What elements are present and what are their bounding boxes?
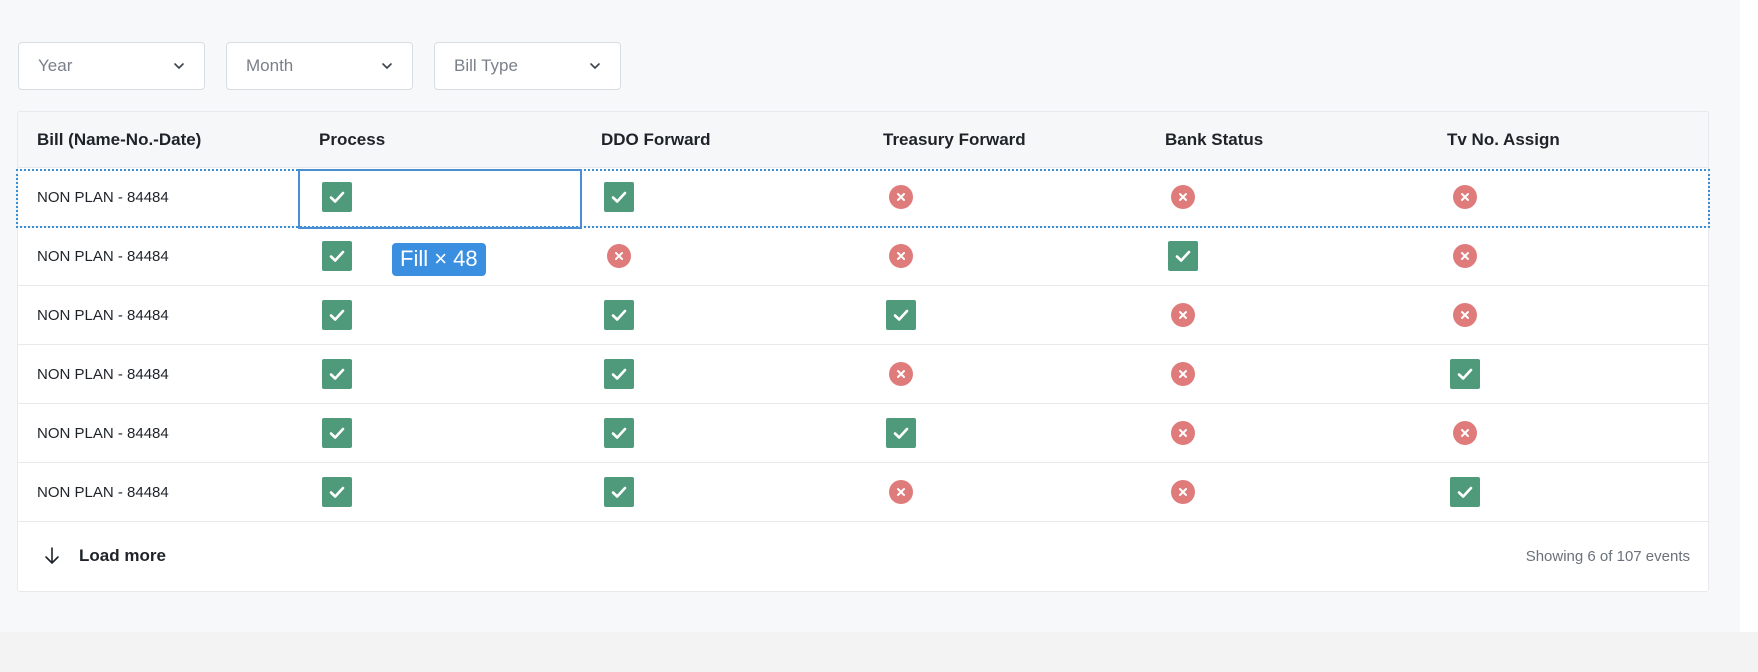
chevron-down-icon bbox=[590, 63, 600, 69]
check-icon[interactable] bbox=[1168, 241, 1198, 271]
column-header-tv-no-assign[interactable]: Tv No. Assign bbox=[1428, 130, 1710, 150]
bill-cell: NON PLAN - 84484 bbox=[37, 306, 169, 324]
table-row[interactable]: NON PLAN - 84484 bbox=[18, 227, 1708, 286]
chevron-down-icon bbox=[174, 63, 184, 69]
table-row[interactable]: NON PLAN - 84484 bbox=[18, 286, 1708, 345]
table-row[interactable]: NON PLAN - 84484 bbox=[16, 168, 1710, 229]
bill-cell: NON PLAN - 84484 bbox=[37, 365, 169, 383]
check-icon[interactable] bbox=[886, 418, 916, 448]
treasury-forward-cell[interactable] bbox=[864, 185, 1146, 209]
cross-icon[interactable] bbox=[889, 362, 913, 386]
load-more-label: Load more bbox=[79, 546, 166, 565]
check-icon[interactable] bbox=[322, 418, 352, 448]
bank-status-cell[interactable] bbox=[1146, 362, 1428, 386]
results-count: Showing 6 of 107 events bbox=[1525, 547, 1690, 565]
check-icon[interactable] bbox=[322, 300, 352, 330]
bank-status-cell[interactable] bbox=[1146, 421, 1428, 445]
scrollbar[interactable] bbox=[1740, 0, 1758, 632]
bank-status-cell[interactable] bbox=[1146, 185, 1428, 209]
process-cell[interactable] bbox=[300, 182, 582, 212]
cross-icon[interactable] bbox=[1171, 303, 1195, 327]
check-icon[interactable] bbox=[322, 182, 352, 212]
bills-table: Bill (Name-No.-Date) Process DDO Forward… bbox=[16, 111, 1710, 592]
ddo-forward-cell[interactable] bbox=[582, 182, 864, 212]
year-select-label: Year bbox=[38, 56, 73, 75]
cross-icon[interactable] bbox=[1453, 244, 1477, 268]
ddo-forward-cell[interactable] bbox=[582, 477, 864, 507]
tv-no-assign-cell[interactable] bbox=[1428, 477, 1710, 507]
column-header-ddo-forward[interactable]: DDO Forward bbox=[582, 130, 864, 150]
cross-icon[interactable] bbox=[889, 480, 913, 504]
bill-type-select-label: Bill Type bbox=[454, 56, 518, 75]
table-header: Bill (Name-No.-Date) Process DDO Forward… bbox=[18, 112, 1708, 168]
ddo-forward-cell[interactable] bbox=[582, 300, 864, 330]
treasury-forward-cell[interactable] bbox=[864, 480, 1146, 504]
cross-icon[interactable] bbox=[1171, 185, 1195, 209]
page: Year Month Bill Type Bill (Name-No.-Date… bbox=[0, 0, 1758, 632]
ddo-forward-cell[interactable] bbox=[582, 244, 864, 268]
tv-no-assign-cell[interactable] bbox=[1428, 185, 1710, 209]
cross-icon[interactable] bbox=[1171, 362, 1195, 386]
fill-count-badge[interactable]: Fill × 48 bbox=[392, 243, 486, 276]
bill-cell: NON PLAN - 84484 bbox=[37, 188, 169, 206]
check-icon[interactable] bbox=[604, 182, 634, 212]
ddo-forward-cell[interactable] bbox=[582, 418, 864, 448]
check-icon[interactable] bbox=[322, 241, 352, 271]
check-icon[interactable] bbox=[1450, 359, 1480, 389]
bill-cell: NON PLAN - 84484 bbox=[37, 247, 169, 265]
ddo-forward-cell[interactable] bbox=[582, 359, 864, 389]
treasury-forward-cell[interactable] bbox=[864, 362, 1146, 386]
month-select[interactable]: Month bbox=[226, 42, 413, 90]
bank-status-cell[interactable] bbox=[1146, 303, 1428, 327]
cross-icon[interactable] bbox=[607, 244, 631, 268]
cross-icon[interactable] bbox=[1453, 185, 1477, 209]
process-cell[interactable] bbox=[300, 359, 582, 389]
tv-no-assign-cell[interactable] bbox=[1428, 303, 1710, 327]
table-row[interactable]: NON PLAN - 84484 bbox=[18, 404, 1708, 463]
table-row[interactable]: NON PLAN - 84484 bbox=[18, 463, 1708, 522]
cross-icon[interactable] bbox=[1453, 303, 1477, 327]
bill-cell: NON PLAN - 84484 bbox=[37, 424, 169, 442]
column-header-treasury-forward[interactable]: Treasury Forward bbox=[864, 130, 1146, 150]
process-cell[interactable] bbox=[300, 300, 582, 330]
process-cell[interactable] bbox=[300, 418, 582, 448]
check-icon[interactable] bbox=[322, 477, 352, 507]
arrow-down-icon bbox=[45, 547, 59, 564]
check-icon[interactable] bbox=[604, 418, 634, 448]
filters-bar: Year Month Bill Type bbox=[18, 42, 621, 90]
cross-icon[interactable] bbox=[1171, 480, 1195, 504]
check-icon[interactable] bbox=[604, 300, 634, 330]
treasury-forward-cell[interactable] bbox=[864, 418, 1146, 448]
month-select-label: Month bbox=[246, 56, 294, 75]
treasury-forward-cell[interactable] bbox=[864, 300, 1146, 330]
bank-status-cell[interactable] bbox=[1146, 241, 1428, 271]
bill-type-select[interactable]: Bill Type bbox=[434, 42, 621, 90]
check-icon[interactable] bbox=[604, 477, 634, 507]
cross-icon[interactable] bbox=[1453, 421, 1477, 445]
year-select[interactable]: Year bbox=[18, 42, 205, 90]
load-more-button[interactable]: Load more bbox=[43, 546, 166, 566]
cross-icon[interactable] bbox=[889, 185, 913, 209]
column-header-bill[interactable]: Bill (Name-No.-Date) bbox=[18, 130, 300, 150]
chevron-down-icon bbox=[382, 63, 392, 69]
bank-status-cell[interactable] bbox=[1146, 480, 1428, 504]
tv-no-assign-cell[interactable] bbox=[1428, 359, 1710, 389]
tv-no-assign-cell[interactable] bbox=[1428, 244, 1710, 268]
table-row[interactable]: NON PLAN - 84484 bbox=[18, 345, 1708, 404]
check-icon[interactable] bbox=[322, 359, 352, 389]
check-icon[interactable] bbox=[604, 359, 634, 389]
process-cell[interactable] bbox=[300, 477, 582, 507]
cross-icon[interactable] bbox=[1171, 421, 1195, 445]
check-icon[interactable] bbox=[1450, 477, 1480, 507]
column-header-process[interactable]: Process bbox=[300, 130, 582, 150]
treasury-forward-cell[interactable] bbox=[864, 244, 1146, 268]
cross-icon[interactable] bbox=[889, 244, 913, 268]
tv-no-assign-cell[interactable] bbox=[1428, 421, 1710, 445]
table-body: NON PLAN - 84484 NON PLAN - 84484 NON PLAN… bbox=[16, 168, 1710, 522]
check-icon[interactable] bbox=[886, 300, 916, 330]
column-header-bank-status[interactable]: Bank Status bbox=[1146, 130, 1428, 150]
table-footer: Load more Showing 6 of 107 events bbox=[18, 522, 1708, 590]
bill-cell: NON PLAN - 84484 bbox=[37, 483, 169, 501]
